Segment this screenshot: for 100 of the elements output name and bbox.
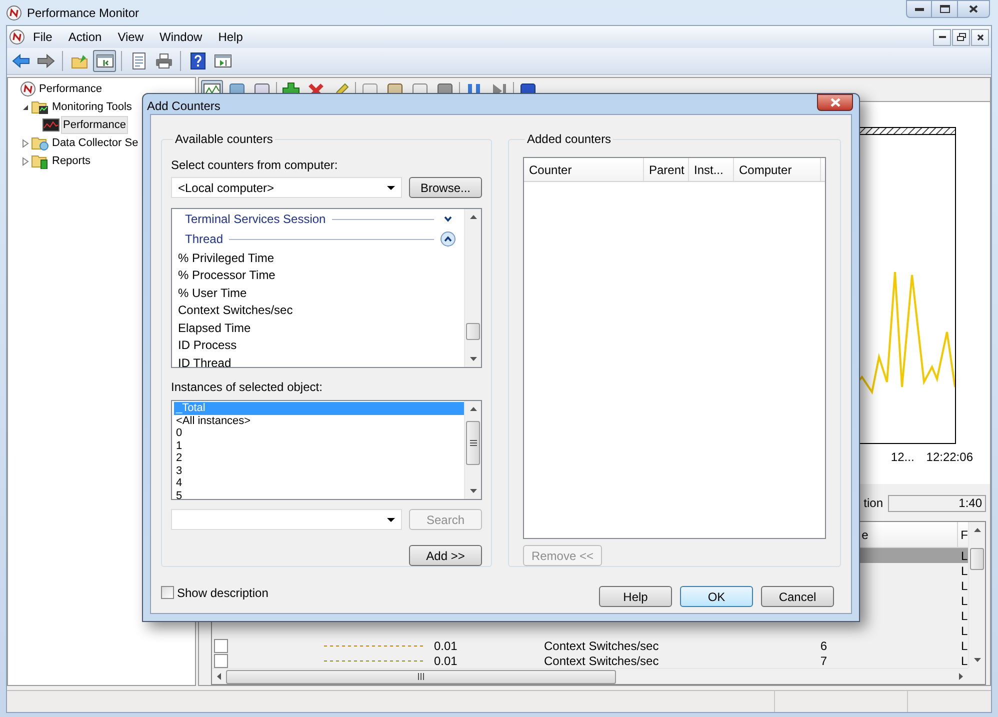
dropdown-field[interactable] [171, 509, 402, 530]
column-header[interactable]: F [958, 526, 968, 544]
dropdown-field[interactable]: <Local computer> [171, 177, 402, 198]
category-header[interactable]: Terminal Services Session [185, 210, 326, 228]
horizontal-scrollbar[interactable] [212, 668, 968, 684]
category-header[interactable]: Thread [185, 230, 224, 248]
toolbar-button[interactable] [93, 50, 116, 72]
counter-item[interactable]: ID Thread [178, 354, 232, 368]
counter-item[interactable]: % Processor Time [178, 266, 276, 284]
push-button[interactable]: Add >> [409, 545, 482, 566]
collapsed-triangle-icon[interactable] [22, 138, 28, 148]
table-row[interactable]: 0.01 Context Switches/sec 7 L [212, 653, 968, 668]
table-row[interactable]: 0.01 Context Switches/sec 6 L [212, 638, 968, 653]
close-button[interactable] [817, 94, 853, 111]
tree-item[interactable]: Performance [37, 80, 104, 98]
table-cell-text: L [961, 562, 968, 580]
instance-item[interactable]: 1 [174, 440, 464, 452]
push-button[interactable]: OK [680, 586, 753, 607]
panel-icon [214, 52, 232, 70]
instance-item[interactable]: 4 [174, 477, 464, 490]
close-icon [830, 98, 840, 107]
menu-item[interactable]: View [110, 28, 152, 46]
caret-icon [387, 186, 395, 190]
instance-item[interactable]: <All instances> [174, 414, 464, 428]
left-arrow-icon [217, 673, 221, 680]
instance-item[interactable]: 3 [174, 464, 464, 478]
field-label: Instances of selected object: [171, 379, 324, 396]
dialog-title: Add Counters [147, 98, 220, 115]
instance-item[interactable]: 2 [174, 452, 464, 465]
counter-item[interactable]: % User Time [178, 284, 247, 302]
instance-item[interactable]: 5 [174, 490, 464, 499]
tree-item[interactable]: Reports [50, 152, 93, 170]
column-header[interactable]: Parent [644, 158, 689, 181]
folder-report-icon [31, 153, 49, 169]
column-header[interactable]: Inst... [689, 158, 734, 181]
folder-up-icon [70, 52, 88, 70]
gauge-icon [20, 81, 36, 97]
table-cell-text: L [961, 548, 968, 564]
collapse-chevron-icon[interactable] [440, 231, 456, 247]
push-button[interactable]: Cancel [761, 586, 834, 607]
scroll-thumb[interactable] [466, 421, 480, 466]
table-cell: Context Switches/sec [544, 654, 659, 668]
tree-item[interactable]: Performance [61, 116, 128, 134]
menu-item[interactable]: File [25, 28, 60, 46]
down-arrow-icon [470, 357, 476, 362]
expanded-triangle-icon[interactable] [22, 104, 28, 110]
table-cell: 0.01 [434, 654, 458, 668]
menu-item[interactable]: Help [210, 28, 251, 46]
push-button[interactable]: Browse... [409, 177, 482, 198]
checkbox[interactable] [214, 638, 228, 652]
maximize-button[interactable] [932, 0, 958, 18]
mdi-restore-button[interactable] [952, 28, 970, 46]
vertical-scrollbar[interactable] [968, 522, 985, 668]
scroll-thumb[interactable] [466, 323, 480, 340]
down-arrow-icon [470, 489, 476, 493]
forward-arrow-icon [36, 52, 54, 70]
counter-item[interactable]: Context Switches/sec [178, 301, 293, 320]
vertical-scrollbar[interactable] [464, 209, 481, 368]
folder-database-icon [31, 135, 49, 151]
right-arrow-icon [959, 673, 963, 680]
checkbox[interactable] [214, 654, 228, 668]
table-cell-text: L [961, 592, 968, 610]
table-row[interactable]: L [212, 623, 968, 638]
checkbox[interactable] [161, 586, 174, 599]
folder-chart-icon [31, 99, 49, 115]
mdi-close-button[interactable] [971, 28, 989, 46]
counter-item[interactable]: % Privileged Time [178, 248, 274, 267]
counter-item[interactable]: ID Process [178, 336, 237, 354]
mdi-minimize-button[interactable] [933, 28, 951, 46]
vertical-scrollbar[interactable] [464, 401, 481, 499]
grip-icon [418, 673, 424, 680]
close-button[interactable] [958, 0, 990, 18]
tree-item[interactable]: Monitoring Tools [50, 98, 134, 116]
restore-icon [956, 33, 966, 41]
table-cell: 6 [820, 638, 827, 652]
column-header[interactable]: e [862, 522, 958, 547]
instance-item[interactable]: 0 [174, 427, 464, 440]
grip-icon [470, 440, 476, 446]
menu-item[interactable]: Window [152, 28, 210, 46]
window-title: Performance Monitor [27, 4, 140, 22]
close-icon [976, 34, 984, 40]
collapsed-triangle-icon[interactable] [22, 156, 28, 166]
line-chart-icon [42, 117, 60, 133]
table-cell-text: L [961, 578, 968, 594]
minimize-button[interactable] [906, 0, 932, 18]
counter-item[interactable]: Elapsed Time [178, 318, 251, 337]
menu-item[interactable]: Action [60, 28, 110, 46]
minimize-icon [938, 36, 946, 38]
maximize-icon [940, 5, 950, 13]
table-cell-text: L [961, 608, 968, 624]
table-cell: Context Switches/sec [544, 638, 659, 652]
push-button[interactable]: Help [599, 586, 672, 607]
column-header[interactable]: Computer [734, 158, 821, 181]
checkbox-label: Show description [177, 584, 268, 602]
app-gauge-icon [6, 4, 22, 20]
table-cell: 0.01 [434, 638, 458, 652]
scroll-thumb[interactable] [970, 548, 984, 570]
tree-item[interactable]: Data Collector Se [50, 134, 140, 152]
column-header[interactable]: Counter [524, 158, 644, 181]
up-arrow-icon [470, 407, 476, 412]
